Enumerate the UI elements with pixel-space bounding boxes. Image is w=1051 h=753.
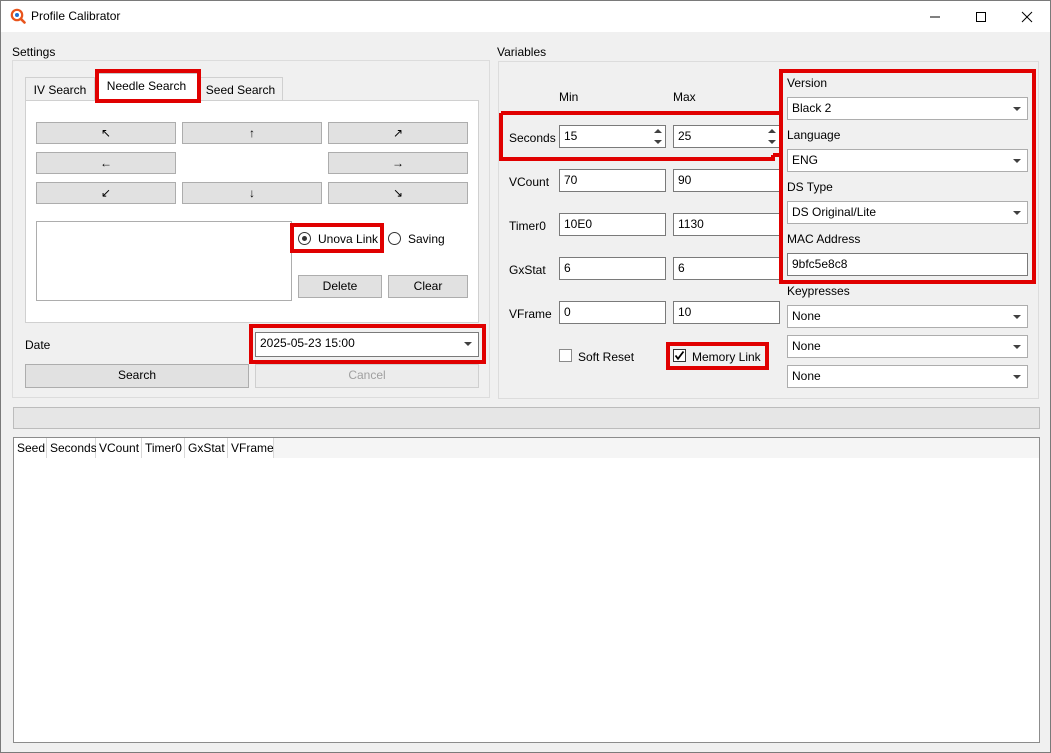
- vframe-min-field[interactable]: 0: [559, 301, 666, 324]
- column-header-gxstat[interactable]: GxStat: [185, 438, 228, 458]
- gxstat-min-field[interactable]: 6: [559, 257, 666, 280]
- minimize-icon: [930, 16, 940, 18]
- mac-address-label: MAC Address: [787, 232, 861, 246]
- needle-left-button[interactable]: ←: [36, 152, 176, 174]
- vframe-label: VFrame: [509, 307, 552, 321]
- variables-group-label: Variables: [497, 45, 547, 59]
- gxstat-max-field[interactable]: 6: [673, 257, 780, 280]
- progress-bar: [13, 407, 1040, 429]
- column-header-vframe[interactable]: VFrame: [228, 438, 274, 458]
- ds-type-select[interactable]: DS Original/Lite: [787, 201, 1028, 224]
- clear-button[interactable]: Clear: [388, 275, 468, 298]
- needle-up-right-button[interactable]: ↗: [328, 122, 468, 144]
- keypress-1-value: None: [792, 309, 821, 323]
- column-header-vcount[interactable]: VCount: [96, 438, 142, 458]
- tab-iv-search[interactable]: IV Search: [25, 77, 95, 101]
- needle-down-button[interactable]: ↓: [182, 182, 322, 204]
- chevron-down-icon: [1013, 107, 1021, 111]
- keypress-3-value: None: [792, 369, 821, 383]
- saving-radio[interactable]: [388, 232, 401, 245]
- settings-group-label: Settings: [12, 45, 56, 59]
- app-icon: [10, 8, 26, 24]
- keypresses-label: Keypresses: [787, 284, 850, 298]
- maximize-icon: [976, 12, 986, 22]
- soft-reset-checkbox[interactable]: [559, 349, 572, 362]
- cancel-button[interactable]: Cancel: [255, 364, 479, 388]
- needle-down-left-button[interactable]: ↙: [36, 182, 176, 204]
- keypress-select-1[interactable]: None: [787, 305, 1028, 328]
- maximize-button[interactable]: [958, 1, 1004, 32]
- delete-button[interactable]: Delete: [298, 275, 382, 298]
- highlight-seconds-row: [499, 111, 783, 161]
- chevron-down-icon: [1013, 159, 1021, 163]
- version-label: Version: [787, 76, 828, 90]
- results-table[interactable]: Seed Seconds VCount Timer0 GxStat VFrame: [13, 437, 1040, 743]
- title-bar: Profile Calibrator: [1, 1, 1050, 32]
- needle-list[interactable]: [36, 221, 292, 301]
- needle-down-right-button[interactable]: ↘: [328, 182, 468, 204]
- chevron-down-icon: [464, 342, 472, 346]
- language-select[interactable]: ENG: [787, 149, 1028, 172]
- timer0-min-field[interactable]: 10E0: [559, 213, 666, 236]
- unova-link-radio[interactable]: [298, 232, 311, 245]
- timer0-max-field[interactable]: 1130: [673, 213, 780, 236]
- date-label: Date: [25, 338, 51, 352]
- vframe-max-field[interactable]: 10: [673, 301, 780, 324]
- language-value: ENG: [792, 153, 819, 167]
- needle-up-button[interactable]: ↑: [182, 122, 322, 144]
- soft-reset-label: Soft Reset: [578, 350, 635, 364]
- results-header: Seed Seconds VCount Timer0 GxStat VFrame: [14, 438, 1039, 458]
- chevron-down-icon: [1013, 315, 1021, 319]
- keypress-2-value: None: [792, 339, 821, 353]
- checkmark-icon: [674, 350, 685, 361]
- needle-up-left-button[interactable]: ↖: [36, 122, 176, 144]
- chevron-down-icon: [1013, 345, 1021, 349]
- close-button[interactable]: [1004, 1, 1050, 32]
- keypress-select-3[interactable]: None: [787, 365, 1028, 388]
- max-header: Max: [673, 90, 696, 104]
- version-select[interactable]: Black 2: [787, 97, 1028, 120]
- column-header-seconds[interactable]: Seconds: [47, 438, 97, 458]
- mac-address-field[interactable]: 9bfc5e8c8: [787, 253, 1028, 276]
- vcount-label: VCount: [509, 175, 550, 189]
- close-icon: [1021, 11, 1033, 23]
- keypress-select-2[interactable]: None: [787, 335, 1028, 358]
- ds-type-label: DS Type: [787, 180, 833, 194]
- needle-right-button[interactable]: →: [328, 152, 468, 174]
- tab-seed-search[interactable]: Seed Search: [198, 77, 283, 101]
- search-button[interactable]: Search: [25, 364, 249, 388]
- ds-type-value: DS Original/Lite: [792, 205, 877, 219]
- date-picker[interactable]: 2025-05-23 15:00: [255, 332, 479, 357]
- date-value: 2025-05-23 15:00: [260, 336, 355, 350]
- tab-needle-search[interactable]: Needle Search: [95, 73, 198, 100]
- main-window: Profile Calibrator Settings IV Search Ne…: [0, 0, 1051, 753]
- memory-link-checkbox[interactable]: [673, 349, 686, 362]
- column-header-seed[interactable]: Seed: [14, 438, 47, 458]
- language-label: Language: [787, 128, 841, 142]
- memory-link-label: Memory Link: [692, 350, 761, 364]
- vcount-max-field[interactable]: 90: [673, 169, 780, 192]
- version-value: Black 2: [792, 101, 832, 115]
- gxstat-label: GxStat: [509, 263, 546, 277]
- window-title: Profile Calibrator: [31, 9, 121, 23]
- chevron-down-icon: [1013, 375, 1021, 379]
- minimize-button[interactable]: [912, 1, 958, 32]
- chevron-down-icon: [1013, 211, 1021, 215]
- column-header-timer0[interactable]: Timer0: [142, 438, 185, 458]
- timer0-label: Timer0: [509, 219, 546, 233]
- min-header: Min: [559, 90, 579, 104]
- vcount-min-field[interactable]: 70: [559, 169, 666, 192]
- saving-label: Saving: [408, 232, 445, 246]
- unova-link-label: Unova Link: [318, 232, 379, 246]
